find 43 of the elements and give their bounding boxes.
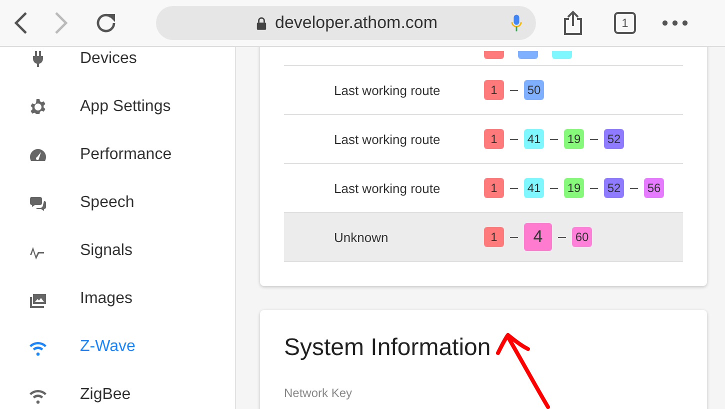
route-label: Unknown — [333, 230, 390, 244]
sidebar-item[interactable]: App Settings — [0, 95, 235, 119]
node-tag: 1 — [484, 129, 504, 149]
sidebar-item[interactable]: Signals — [0, 239, 235, 263]
url-text: developer.athom.com — [275, 13, 439, 33]
sidebar-item[interactable]: Z-Wave — [0, 335, 235, 359]
sidebar-item[interactable]: Images — [0, 287, 235, 311]
tabs-button[interactable]: 1 — [614, 12, 636, 34]
more-icon[interactable] — [662, 20, 688, 26]
microphone-icon[interactable] — [511, 13, 522, 33]
dash-icon — [558, 236, 566, 238]
address-bar[interactable]: developer.athom.com — [156, 6, 536, 40]
gear-icon — [28, 97, 48, 117]
route-label: Last working route — [333, 180, 442, 196]
node-tag: 50 — [524, 80, 544, 100]
sidebar-item[interactable]: ZigBee — [0, 383, 235, 407]
node-tag: 52 — [604, 129, 624, 149]
node-tag: 4 — [524, 223, 552, 251]
node-tag: 1 — [484, 227, 504, 247]
node-tag: 52 — [604, 178, 624, 198]
sidebar-item[interactable]: Devices — [0, 47, 235, 71]
back-icon[interactable] — [14, 11, 28, 35]
dash-icon — [550, 138, 558, 140]
route-label: Last working route — [333, 82, 442, 98]
section-title: System Information — [284, 334, 492, 362]
route-label: Last working route — [333, 132, 442, 146]
node-tag: 60 — [572, 227, 592, 247]
dash-icon — [590, 138, 598, 140]
node-tag: 19 — [564, 129, 584, 149]
dash-icon — [510, 138, 518, 140]
field-label: Network Key — [284, 386, 352, 400]
node-tag: 1 — [484, 178, 504, 198]
lock-icon — [256, 16, 267, 30]
reload-icon[interactable] — [94, 11, 118, 35]
share-icon[interactable] — [562, 10, 584, 36]
node-tag: 56 — [644, 178, 664, 198]
node-tag: 19 — [564, 178, 584, 198]
node-tag: 41 — [524, 178, 544, 198]
dash-icon — [510, 236, 518, 238]
sidebar-item[interactable]: Speech — [0, 191, 235, 215]
node-tag: 41 — [524, 129, 544, 149]
sidebar-item[interactable]: Performance — [0, 143, 235, 167]
node-tag: 1 — [484, 80, 504, 100]
